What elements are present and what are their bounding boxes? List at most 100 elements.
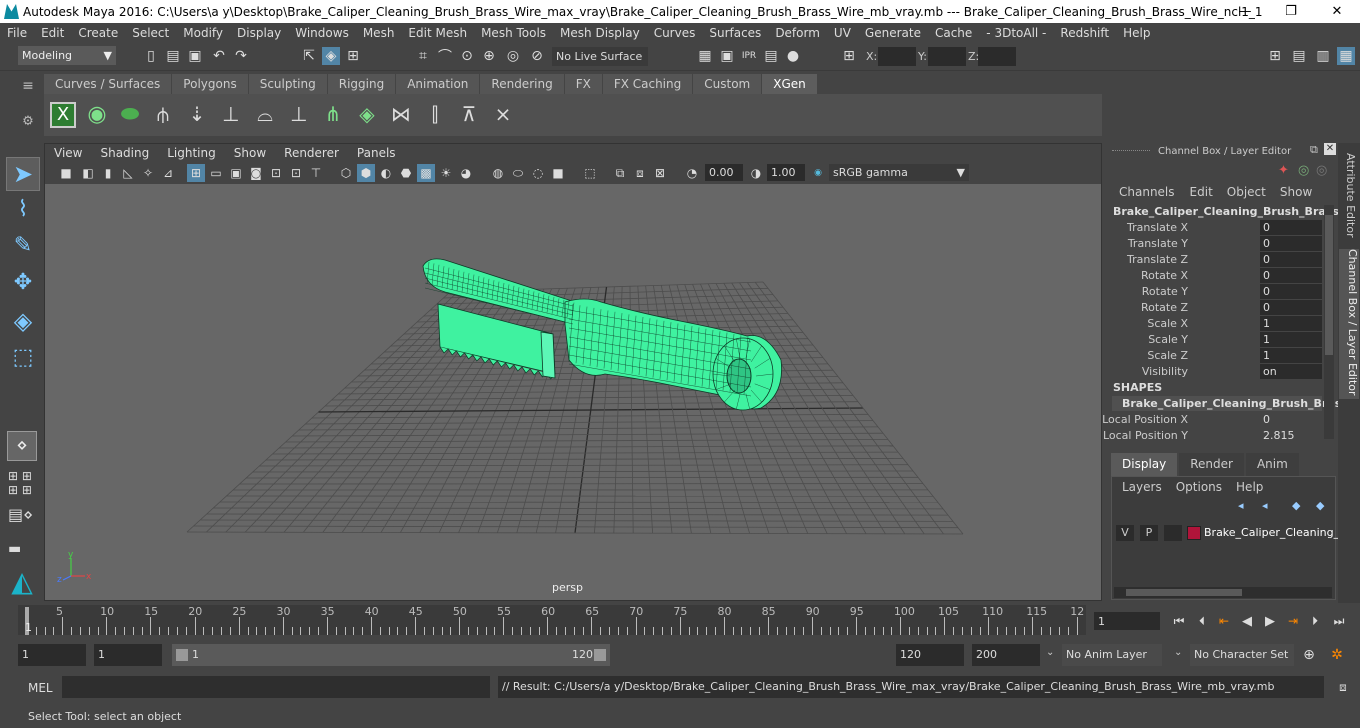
script-editor-icon[interactable]: ⧈ [1334,678,1352,696]
attr-value[interactable]: 2.815 [1260,428,1322,443]
attr-value[interactable]: 0 [1260,252,1322,267]
render-settings-icon[interactable]: ▤ [762,47,780,65]
z-field[interactable] [978,47,1016,66]
cb-scrollbar[interactable] [1324,205,1334,439]
render-frame-icon[interactable]: ▣ [718,47,736,65]
xgen-mesh-icon[interactable]: ◈ [354,102,380,128]
speed-icon[interactable]: ◎ [1298,163,1314,179]
viewport-menu-lighting[interactable]: Lighting [158,146,225,160]
smooth-shade-icon[interactable]: ⬢ [357,164,375,182]
channel-box-icon[interactable]: ▦ [1337,47,1355,65]
shelf-tab-polygons[interactable]: Polygons [172,74,248,94]
step-forward-icon[interactable]: ⏵ [1306,612,1324,630]
menu-help[interactable]: Help [1116,26,1157,40]
layer-name[interactable]: Brake_Caliper_Cleaning_ [1204,526,1339,539]
chevron-down-icon[interactable]: ⌄ [1046,647,1054,658]
chevron-down-icon[interactable]: ⌄ [1174,647,1182,658]
textured-icon[interactable]: ⬣ [397,164,415,182]
layer-menu-layers[interactable]: Layers [1122,480,1162,494]
redo-icon[interactable]: ↷ [232,47,250,65]
cb-shape-attr-row[interactable]: Local Position X 0 [1102,412,1323,428]
backface-icon[interactable]: ⊠ [651,164,669,182]
auto-key-icon[interactable]: ⊕ [1300,646,1318,664]
cb-attr-row[interactable]: Translate Z 0 [1108,252,1323,268]
layer-row[interactable]: V P Brake_Caliper_Cleaning_ [1116,524,1339,542]
field-chart-icon[interactable]: ⊡ [267,164,285,182]
make-live-icon[interactable]: ⊘ [528,47,546,65]
snap-curve-icon[interactable]: ⌒ [436,47,454,65]
xgen-add-guides-icon[interactable]: ⫛ [150,102,176,128]
xgen-create-description-icon[interactable]: ⬬ [116,102,144,128]
menu-select[interactable]: Select [125,26,176,40]
2d-pan-icon[interactable]: ⊿ [159,164,177,182]
menu-edit-mesh[interactable]: Edit Mesh [401,26,474,40]
attr-value[interactable]: 0 [1260,220,1322,235]
cb-attr-row[interactable]: Scale Z 1 [1108,348,1323,364]
menu-deform[interactable]: Deform [768,26,827,40]
layer-playback-toggle[interactable]: P [1140,525,1158,541]
layer-new-empty-icon[interactable]: ◂ [1238,499,1254,513]
cb-shape-attr-row[interactable]: Local Position Y 2.815 [1103,428,1323,444]
gamma-field[interactable]: 1.00 [767,164,805,181]
layer-tab-render[interactable]: Render [1179,453,1244,477]
attr-value[interactable]: 1 [1260,316,1322,331]
cb-menu-show[interactable]: Show [1280,185,1312,199]
menu-3dtoall[interactable]: - 3DtoAll - [979,26,1053,40]
layer-hscroll-thumb[interactable] [1126,589,1242,596]
cb-attr-row[interactable]: Visibility on [1108,364,1323,380]
x-field[interactable] [878,47,916,66]
xray-icon[interactable]: ⬚ [581,164,599,182]
lasso-tool-icon[interactable]: ⌇ [6,197,40,227]
snap-view-icon[interactable]: ⊕ [480,47,498,65]
hyperbolic-icon[interactable]: ◎ [1316,163,1332,179]
use-all-lights-icon[interactable]: ▩ [417,164,435,182]
shelf-tab-xgen[interactable]: XGen [762,74,817,94]
anim-layer-dropdown[interactable]: No Anim Layer [1062,644,1162,666]
range-slider[interactable]: 1 120 [172,644,610,666]
xgen-lock-icon[interactable]: ⊥ [286,102,312,128]
single-layout-icon[interactable]: ⋄ [7,431,37,461]
menu-edit[interactable]: Edit [34,26,71,40]
xgen-grass-icon[interactable]: ⋔ [320,102,346,128]
menu-surfaces[interactable]: Surfaces [702,26,768,40]
range-start-handle[interactable] [176,649,188,661]
save-scene-icon[interactable]: ▣ [186,47,204,65]
ipr-render-icon[interactable]: IPR [740,47,758,65]
float-panel-icon[interactable]: ⧉ [1310,143,1322,156]
cb-menu-object[interactable]: Object [1227,185,1266,199]
menu-curves[interactable]: Curves [647,26,703,40]
cb-attr-row[interactable]: Scale X 1 [1108,316,1323,332]
command-input[interactable] [62,676,490,698]
maximize-button[interactable]: ❐ [1268,0,1314,23]
select-hierarchy-icon[interactable]: ⇱ [300,47,318,65]
shelf-tab-fx-caching[interactable]: FX Caching [602,74,693,94]
menu-uv[interactable]: UV [827,26,858,40]
shelf-tab-curves-surfaces[interactable]: Curves / Surfaces [44,74,172,94]
range-end-handle[interactable] [594,649,606,661]
viewport-menu-show[interactable]: Show [225,146,275,160]
render-view-icon[interactable]: ▦ [696,47,714,65]
menu-windows[interactable]: Windows [288,26,356,40]
attr-value[interactable]: 1 [1260,348,1322,363]
attr-value[interactable]: 0 [1260,300,1322,315]
shelf-tab-sculpting[interactable]: Sculpting [248,74,327,94]
snap-surface-icon[interactable]: ◎ [504,47,522,65]
cb-attr-row[interactable]: Scale Y 1 [1108,332,1323,348]
scene-start-field[interactable]: 1 [18,644,86,666]
cb-attr-row[interactable]: Rotate Y 0 [1108,284,1323,300]
viewport-menu-view[interactable]: View [45,146,91,160]
viewport-menu-shading[interactable]: Shading [91,146,158,160]
anti-aliasing-icon[interactable]: ⬭ [509,164,527,182]
layer-tab-anim[interactable]: Anim [1245,453,1299,477]
shape-name-row[interactable]: Brake_Caliper_Cleaning_Brush_Brass... [1112,396,1360,411]
select-component-icon[interactable]: ⊞ [344,47,362,65]
gate-mask-icon[interactable]: ◙ [247,164,265,182]
menu-file[interactable]: File [0,26,34,40]
open-scene-icon[interactable]: ▤ [164,47,182,65]
shelf-settings-icon[interactable]: ⚙ [18,114,38,129]
rotate-tool-icon[interactable]: ◈ [6,307,40,337]
grease-pencil-icon[interactable]: ✧ [139,164,157,182]
bookmark-icon[interactable]: ▮ [99,164,117,182]
xgen-preview-icon[interactable]: ◉ [84,102,110,128]
color-management-icon[interactable]: ◉ [809,164,827,182]
